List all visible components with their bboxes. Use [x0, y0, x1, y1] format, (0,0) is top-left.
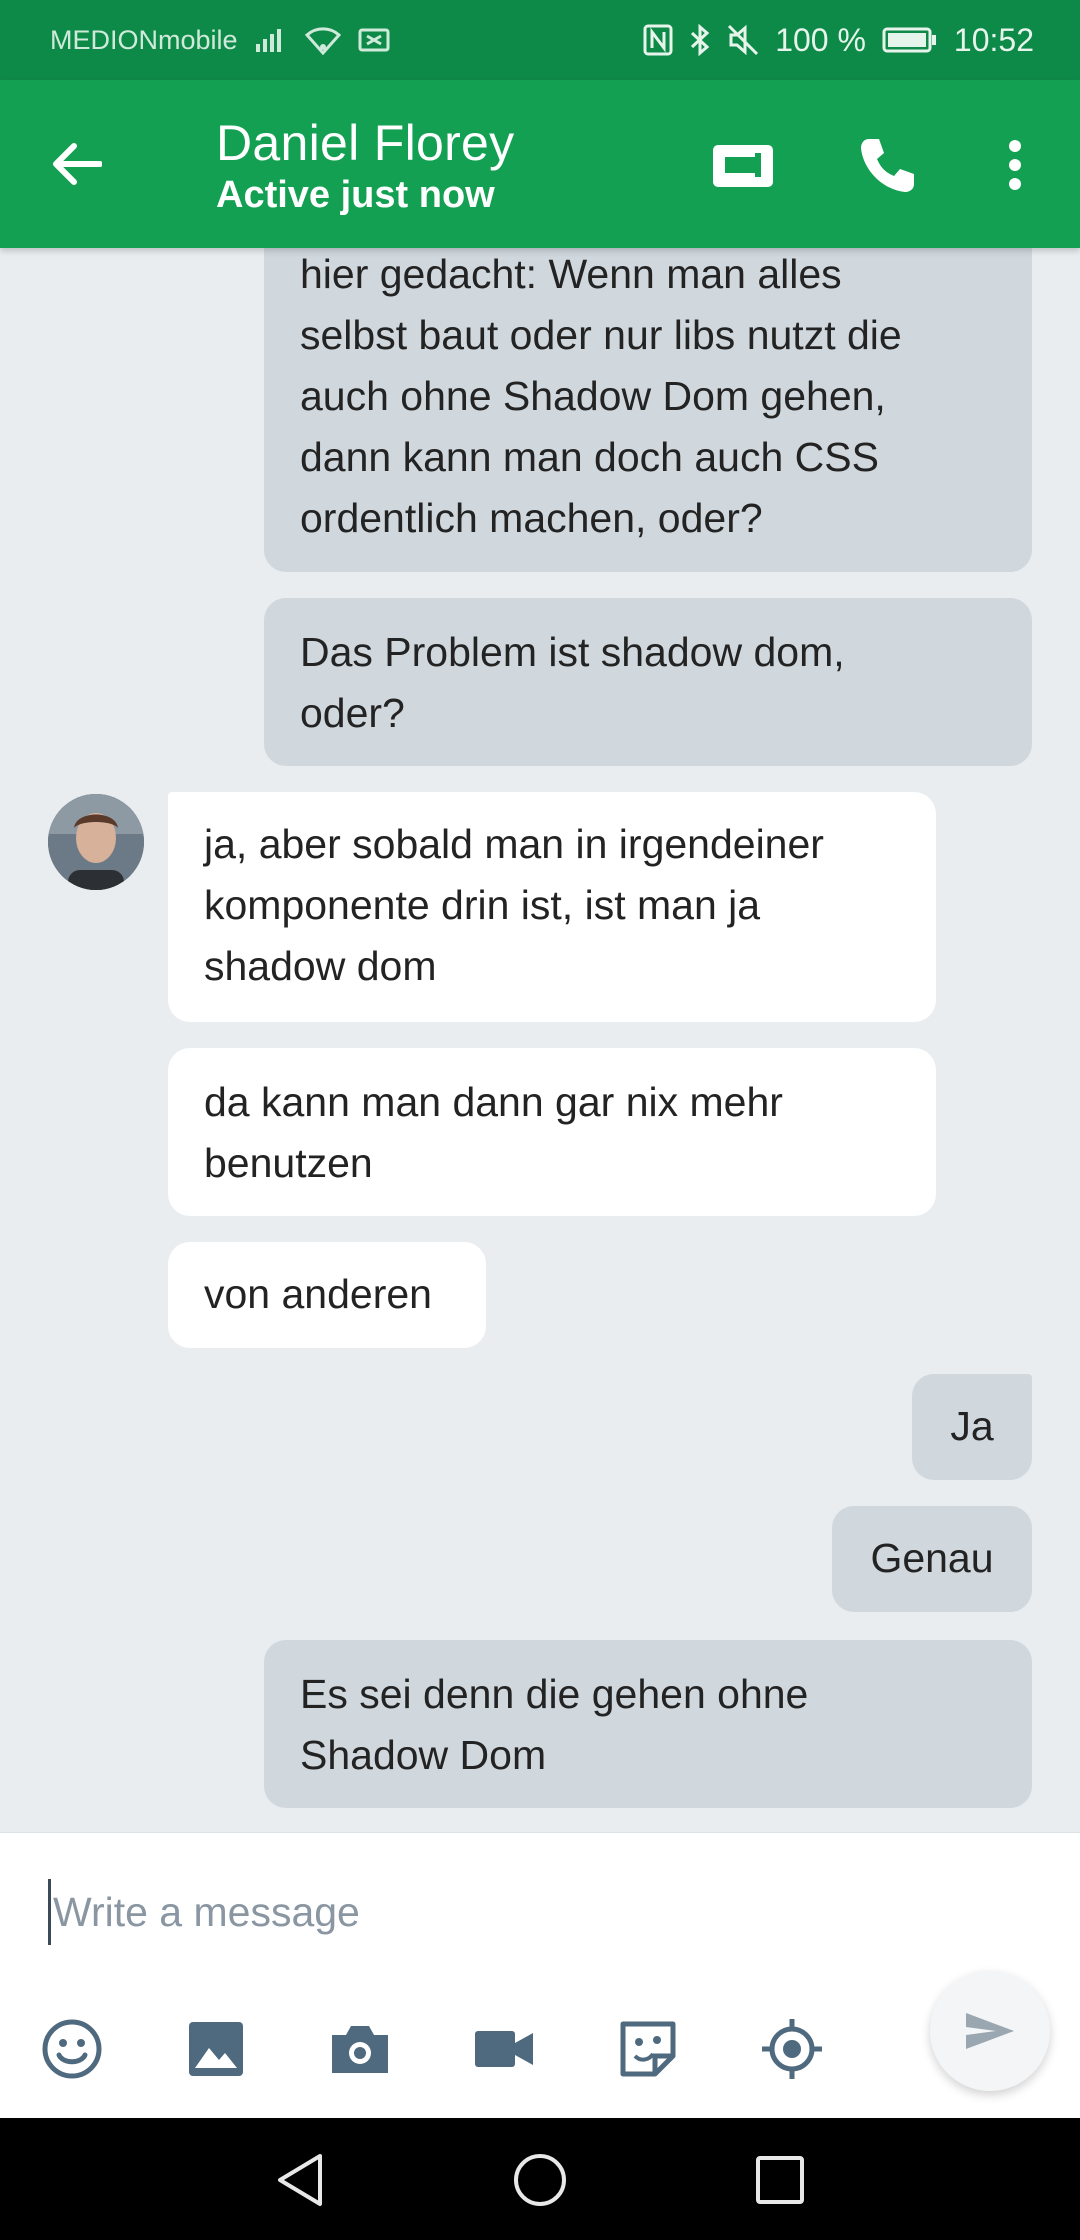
location-button[interactable] [756, 2013, 828, 2085]
message-input[interactable] [48, 1879, 948, 1945]
chat-screen: MEDIONmobile 100 % 10:52 Daniel Florey A… [0, 0, 1080, 2240]
app-bar: Daniel Florey Active just now [0, 80, 1080, 248]
gallery-button[interactable] [180, 2013, 252, 2085]
videocam-icon [713, 145, 773, 187]
status-bar: MEDIONmobile 100 % 10:52 [0, 0, 1080, 80]
sticker-button[interactable] [612, 2013, 684, 2085]
triangle-back-icon [278, 2154, 322, 2206]
arrow-left-icon [53, 143, 102, 185]
emoji-button[interactable] [36, 2013, 108, 2085]
mute-icon [727, 24, 759, 56]
contact-status: Active just now [216, 174, 495, 216]
message-bubble-incoming[interactable]: ja, aber sobald man in irgendeiner kompo… [168, 792, 936, 1022]
send-icon [966, 2013, 1014, 2049]
contact-avatar[interactable] [48, 794, 144, 890]
nav-back-button[interactable] [268, 2148, 332, 2212]
more-vert-icon [1009, 140, 1021, 190]
image-icon [189, 2022, 243, 2076]
system-nav-bar [0, 2118, 1080, 2240]
camera-icon [332, 2026, 388, 2073]
battery-icon [882, 26, 938, 54]
carrier-label: MEDIONmobile [50, 24, 238, 55]
send-button[interactable] [930, 1971, 1050, 2091]
contact-name: Daniel Florey [216, 115, 515, 171]
message-list[interactable]: hier gedacht: Wenn man alles selbst baut… [0, 248, 1080, 1832]
message-bubble-outgoing[interactable]: Genau [832, 1506, 1032, 1612]
message-bubble-incoming[interactable]: da kann man dann gar nix mehr benutzen [168, 1048, 936, 1216]
message-bubble-incoming[interactable]: von anderen [168, 1242, 486, 1348]
camera-button[interactable] [324, 2013, 396, 2085]
phone-icon [861, 139, 914, 192]
bluetooth-icon [689, 24, 711, 56]
message-bubble-outgoing[interactable]: Das Problem ist shadow dom, oder? [264, 598, 1032, 766]
sim-icon [358, 27, 390, 53]
voice-call-button[interactable] [852, 130, 922, 200]
emoji-icon [42, 2019, 102, 2079]
video-button[interactable] [468, 2013, 540, 2085]
message-bubble-outgoing[interactable]: Ja [912, 1374, 1032, 1480]
location-icon [762, 2019, 822, 2079]
message-composer [0, 1832, 1080, 2118]
nfc-icon [643, 24, 673, 56]
conversation-title[interactable]: Daniel Florey Active just now [216, 114, 514, 218]
battery-percent: 100 % [775, 21, 866, 58]
circle-home-icon [514, 2154, 566, 2206]
nav-recents-button[interactable] [748, 2148, 812, 2212]
video-icon [475, 2031, 533, 2067]
signal-icon [254, 26, 288, 54]
back-button[interactable] [46, 134, 106, 194]
overflow-menu-button[interactable] [980, 130, 1050, 200]
nav-home-button[interactable] [508, 2148, 572, 2212]
video-call-button[interactable] [708, 130, 778, 200]
message-bubble-outgoing[interactable]: hier gedacht: Wenn man alles selbst baut… [264, 248, 1032, 572]
clock: 10:52 [953, 21, 1034, 58]
message-bubble-outgoing[interactable]: Es sei denn die gehen ohne Shadow Dom [264, 1640, 1032, 1808]
sticker-icon [620, 2021, 676, 2077]
wifi-icon [304, 25, 342, 55]
square-recents-icon [756, 2156, 804, 2204]
